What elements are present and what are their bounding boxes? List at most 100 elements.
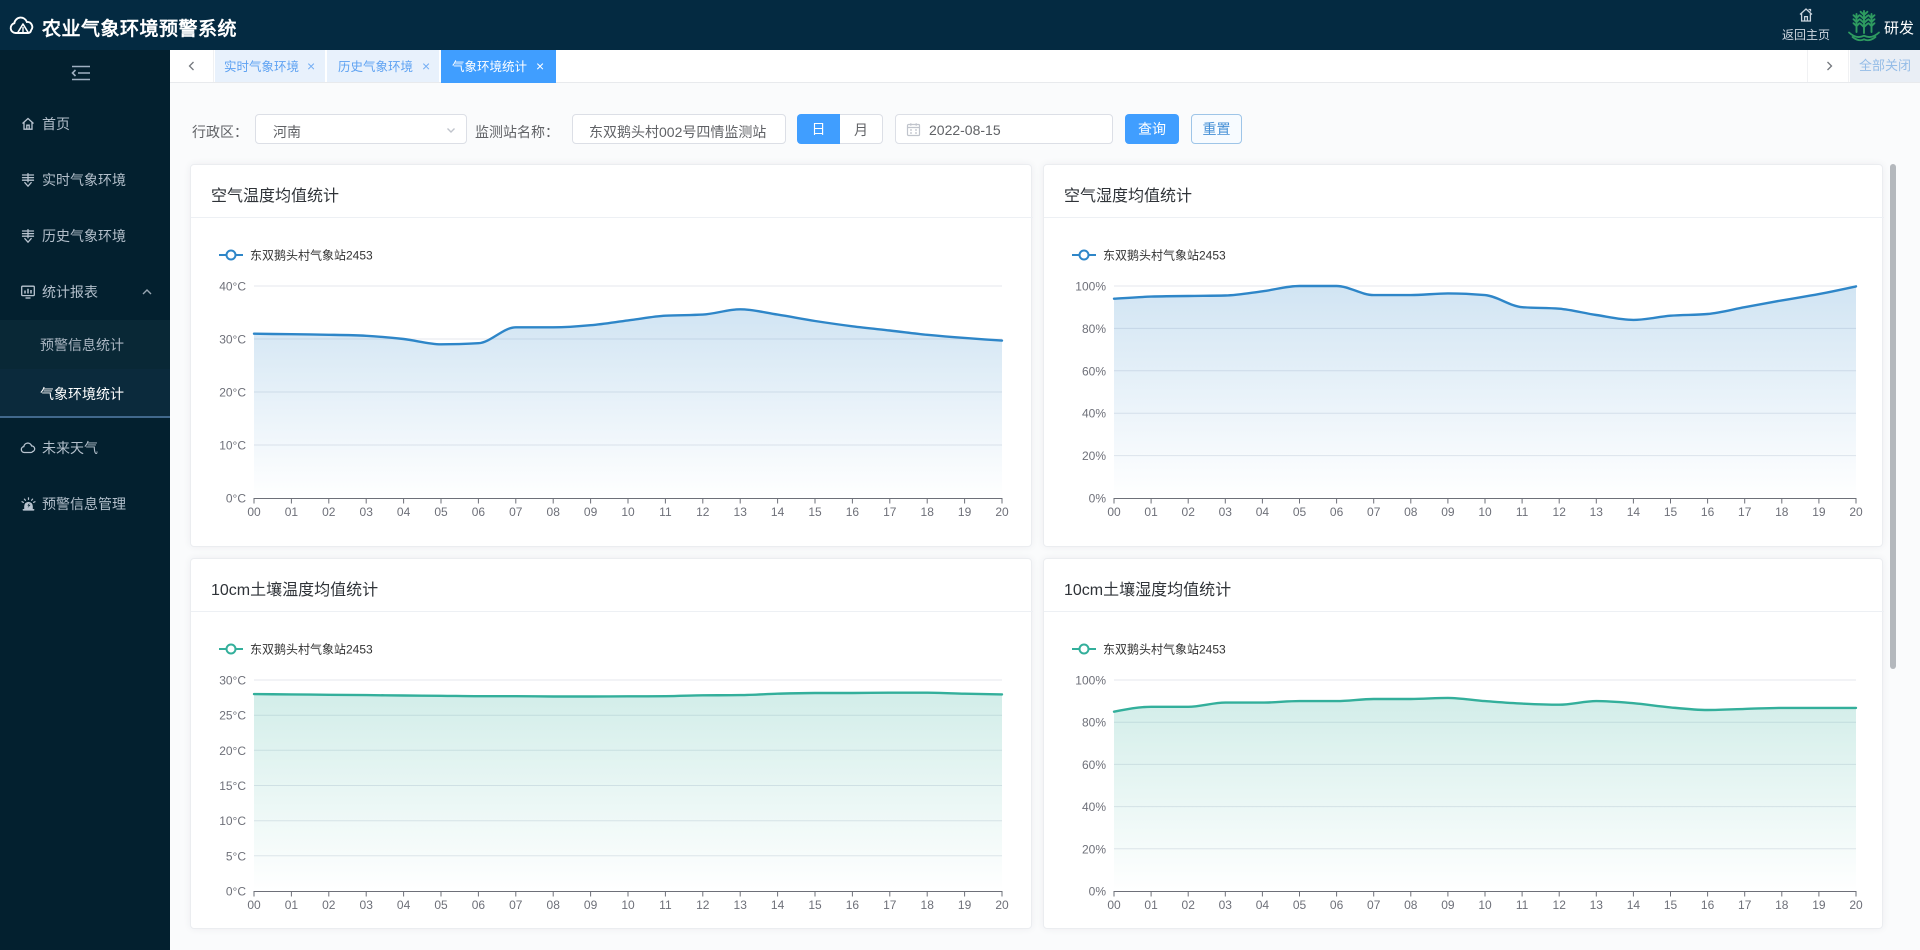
svg-text:17: 17 bbox=[1738, 505, 1752, 519]
svg-text:13: 13 bbox=[1590, 505, 1604, 519]
svg-text:08: 08 bbox=[547, 505, 561, 519]
svg-text:东双鹅头村气象站2453: 东双鹅头村气象站2453 bbox=[250, 642, 373, 657]
svg-text:80%: 80% bbox=[1082, 716, 1106, 730]
svg-text:04: 04 bbox=[1256, 505, 1270, 519]
svg-text:0°C: 0°C bbox=[226, 885, 246, 899]
svg-text:0°C: 0°C bbox=[226, 492, 246, 506]
svg-text:12: 12 bbox=[696, 898, 710, 912]
svg-text:15: 15 bbox=[808, 505, 822, 519]
svg-text:20°C: 20°C bbox=[219, 744, 246, 758]
svg-text:11: 11 bbox=[1516, 898, 1529, 912]
svg-text:0%: 0% bbox=[1089, 885, 1107, 899]
svg-text:02: 02 bbox=[1182, 898, 1196, 912]
svg-text:15°C: 15°C bbox=[219, 779, 246, 793]
svg-text:5°C: 5°C bbox=[226, 849, 246, 863]
svg-text:00: 00 bbox=[247, 505, 261, 519]
svg-text:12: 12 bbox=[1553, 898, 1567, 912]
svg-text:00: 00 bbox=[247, 898, 261, 912]
svg-text:东双鹅头村气象站2453: 东双鹅头村气象站2453 bbox=[1103, 248, 1226, 263]
svg-text:05: 05 bbox=[1293, 505, 1307, 519]
svg-text:15: 15 bbox=[808, 898, 822, 912]
svg-text:10: 10 bbox=[621, 898, 635, 912]
svg-text:08: 08 bbox=[1404, 898, 1418, 912]
svg-text:10: 10 bbox=[621, 505, 635, 519]
svg-text:18: 18 bbox=[1775, 898, 1789, 912]
svg-text:16: 16 bbox=[846, 505, 860, 519]
svg-text:15: 15 bbox=[1664, 898, 1678, 912]
svg-text:18: 18 bbox=[1775, 505, 1789, 519]
svg-text:14: 14 bbox=[771, 505, 785, 519]
svg-text:19: 19 bbox=[958, 505, 972, 519]
svg-text:17: 17 bbox=[883, 505, 897, 519]
svg-text:20%: 20% bbox=[1082, 449, 1106, 463]
svg-text:07: 07 bbox=[509, 505, 523, 519]
svg-text:13: 13 bbox=[734, 898, 748, 912]
svg-text:03: 03 bbox=[360, 505, 374, 519]
svg-text:05: 05 bbox=[1293, 898, 1307, 912]
svg-text:06: 06 bbox=[472, 898, 486, 912]
svg-text:20: 20 bbox=[995, 898, 1009, 912]
svg-text:07: 07 bbox=[1367, 898, 1381, 912]
svg-text:09: 09 bbox=[1441, 898, 1455, 912]
svg-text:20°C: 20°C bbox=[219, 386, 246, 400]
svg-text:14: 14 bbox=[771, 898, 785, 912]
svg-text:02: 02 bbox=[1182, 505, 1196, 519]
svg-text:30°C: 30°C bbox=[219, 674, 246, 688]
svg-text:09: 09 bbox=[1441, 505, 1455, 519]
svg-text:东双鹅头村气象站2453: 东双鹅头村气象站2453 bbox=[1103, 642, 1226, 657]
svg-text:01: 01 bbox=[1144, 898, 1158, 912]
svg-text:10cm土壤温度均值统计: 10cm土壤温度均值统计 bbox=[211, 580, 378, 599]
svg-text:10: 10 bbox=[1478, 898, 1492, 912]
svg-text:01: 01 bbox=[285, 505, 299, 519]
svg-text:0%: 0% bbox=[1089, 492, 1107, 506]
svg-text:07: 07 bbox=[1367, 505, 1381, 519]
svg-text:00: 00 bbox=[1107, 505, 1121, 519]
svg-text:100%: 100% bbox=[1075, 674, 1106, 688]
svg-text:02: 02 bbox=[322, 898, 336, 912]
svg-text:02: 02 bbox=[322, 505, 336, 519]
svg-text:01: 01 bbox=[285, 898, 299, 912]
svg-text:07: 07 bbox=[509, 898, 523, 912]
svg-text:40%: 40% bbox=[1082, 800, 1106, 814]
svg-text:18: 18 bbox=[921, 505, 935, 519]
svg-text:20: 20 bbox=[1849, 505, 1863, 519]
svg-text:100%: 100% bbox=[1075, 280, 1106, 294]
svg-text:10: 10 bbox=[1478, 505, 1492, 519]
svg-text:10cm土壤湿度均值统计: 10cm土壤湿度均值统计 bbox=[1064, 580, 1231, 599]
svg-text:13: 13 bbox=[1590, 898, 1604, 912]
svg-text:13: 13 bbox=[734, 505, 748, 519]
svg-text:19: 19 bbox=[1812, 898, 1826, 912]
svg-text:14: 14 bbox=[1627, 898, 1641, 912]
svg-text:16: 16 bbox=[1701, 898, 1715, 912]
svg-text:05: 05 bbox=[434, 898, 448, 912]
svg-text:19: 19 bbox=[958, 898, 972, 912]
svg-text:09: 09 bbox=[584, 898, 598, 912]
svg-text:05: 05 bbox=[434, 505, 448, 519]
svg-text:16: 16 bbox=[1701, 505, 1715, 519]
svg-text:08: 08 bbox=[547, 898, 561, 912]
svg-text:11: 11 bbox=[659, 505, 672, 519]
svg-text:01: 01 bbox=[1144, 505, 1158, 519]
svg-text:06: 06 bbox=[1330, 505, 1344, 519]
svg-text:空气温度均值统计: 空气温度均值统计 bbox=[211, 187, 339, 205]
svg-text:10°C: 10°C bbox=[219, 814, 246, 828]
svg-text:15: 15 bbox=[1664, 505, 1678, 519]
svg-text:04: 04 bbox=[397, 505, 411, 519]
svg-text:30°C: 30°C bbox=[219, 333, 246, 347]
svg-text:10°C: 10°C bbox=[219, 439, 246, 453]
svg-text:03: 03 bbox=[360, 898, 374, 912]
svg-text:20: 20 bbox=[995, 505, 1009, 519]
svg-text:80%: 80% bbox=[1082, 322, 1106, 336]
svg-text:20: 20 bbox=[1849, 898, 1863, 912]
svg-text:04: 04 bbox=[397, 898, 411, 912]
svg-text:03: 03 bbox=[1219, 898, 1233, 912]
svg-text:17: 17 bbox=[883, 898, 897, 912]
svg-text:03: 03 bbox=[1219, 505, 1233, 519]
svg-text:09: 09 bbox=[584, 505, 598, 519]
svg-text:00: 00 bbox=[1107, 898, 1121, 912]
svg-text:18: 18 bbox=[921, 898, 935, 912]
svg-text:11: 11 bbox=[1516, 505, 1529, 519]
svg-text:14: 14 bbox=[1627, 505, 1641, 519]
svg-text:60%: 60% bbox=[1082, 758, 1106, 772]
svg-text:16: 16 bbox=[846, 898, 860, 912]
